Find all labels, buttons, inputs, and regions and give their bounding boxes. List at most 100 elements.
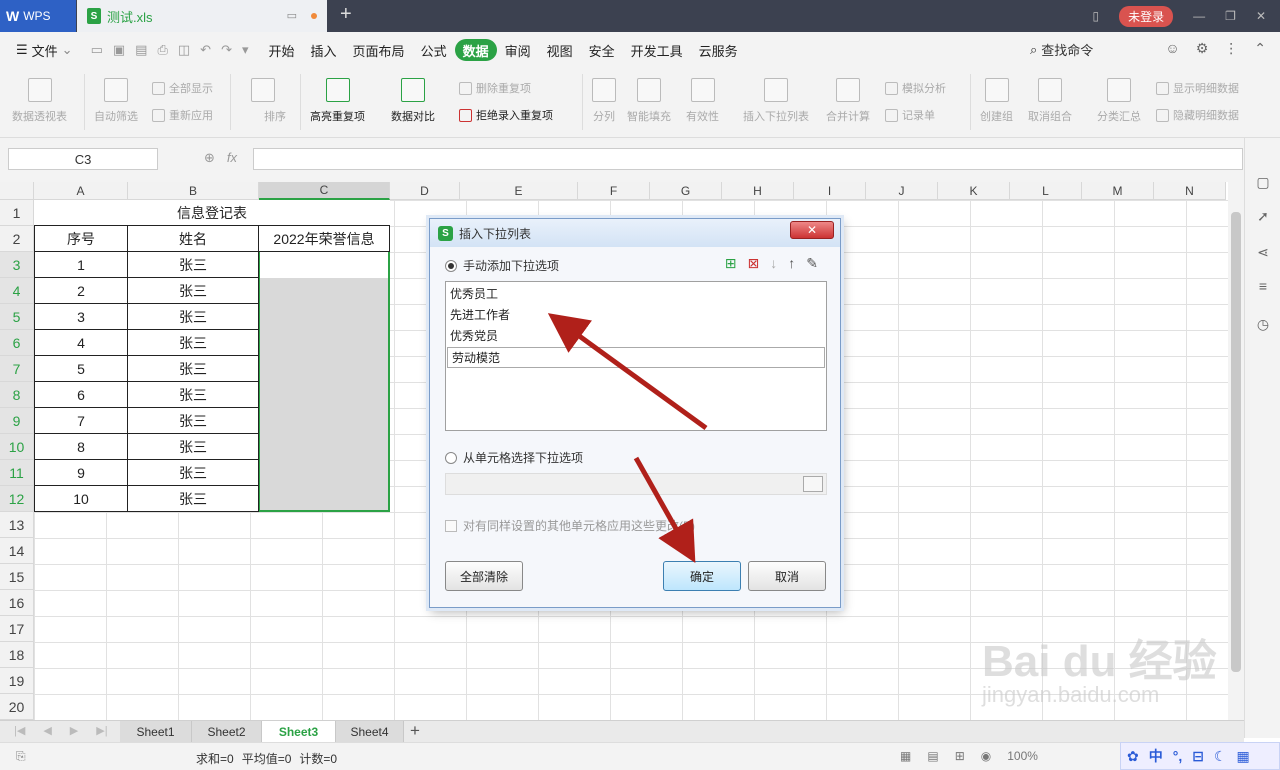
share-icon[interactable]: ⋖ — [1254, 244, 1272, 262]
column-header-I[interactable]: I — [794, 182, 866, 200]
table-cell[interactable]: 张三 — [127, 355, 259, 382]
table-cell[interactable]: 张三 — [127, 251, 259, 278]
split-column-button[interactable]: 分列 — [592, 68, 616, 124]
more-icon[interactable]: ▾ — [242, 42, 249, 58]
table-cell[interactable]: 10 — [34, 485, 128, 512]
doc-icon[interactable]: ▢ — [1254, 174, 1272, 192]
column-header-F[interactable]: F — [578, 182, 650, 200]
table-cell[interactable]: 张三 — [127, 459, 259, 486]
row-header-8[interactable]: 8 — [0, 382, 34, 408]
cursor-icon[interactable]: ➚ — [1254, 208, 1272, 226]
table-title[interactable]: 信息登记表 — [34, 200, 390, 226]
data-compare-button[interactable]: 数据对比 — [391, 68, 435, 124]
delete-item-icon[interactable]: ⊠ — [748, 255, 760, 272]
table-cell[interactable]: 6 — [34, 381, 128, 408]
table-cell[interactable]: 4 — [34, 329, 128, 356]
table-cell[interactable]: 9 — [34, 459, 128, 486]
zoom-level[interactable]: 100% — [1007, 749, 1038, 763]
row-header-5[interactable]: 5 — [0, 304, 34, 330]
column-header-H[interactable]: H — [722, 182, 794, 200]
ime-toolbar[interactable]: ✿ 中 °, ⊟ ☾ ▦ — [1120, 742, 1280, 770]
zoom-icon[interactable]: ⊕ — [204, 150, 215, 166]
eye-icon[interactable]: ◉ — [981, 749, 991, 763]
highlight-duplicates-button[interactable]: 高亮重复项 — [310, 68, 365, 124]
column-header-E[interactable]: E — [460, 182, 578, 200]
moon-icon[interactable]: ☾ — [1214, 748, 1227, 765]
print-icon[interactable]: ⎙ — [157, 42, 167, 58]
fx-icon[interactable]: fx — [227, 150, 237, 166]
table-cell[interactable]: 3 — [34, 303, 128, 330]
status-icon[interactable]: ⎘ — [16, 749, 26, 764]
ok-button[interactable]: 确定 — [663, 561, 741, 591]
menu-insert[interactable]: 插入 — [303, 39, 345, 61]
name-box[interactable]: C3 — [8, 148, 158, 170]
subtotal-button[interactable]: 分类汇总 — [1097, 68, 1141, 124]
what-if-button[interactable]: 模拟分析 — [885, 80, 946, 96]
row-header-12[interactable]: 12 — [0, 486, 34, 512]
column-header-A[interactable]: A — [34, 182, 128, 200]
undo-icon[interactable]: ↶ — [200, 42, 211, 58]
history-icon[interactable]: ◷ — [1254, 316, 1272, 334]
row-header-15[interactable]: 15 — [0, 564, 34, 590]
new-tab-button[interactable]: + — [340, 3, 352, 26]
row-header-16[interactable]: 16 — [0, 590, 34, 616]
preview-icon[interactable]: ◫ — [178, 42, 190, 58]
column-header-D[interactable]: D — [390, 182, 460, 200]
table-cell[interactable]: 张三 — [127, 277, 259, 304]
row-header-18[interactable]: 18 — [0, 642, 34, 668]
row-header-7[interactable]: 7 — [0, 356, 34, 382]
table-cell[interactable]: 1 — [34, 251, 128, 278]
window-mode-icon[interactable]: ▯ — [1093, 9, 1100, 23]
apply-all-row[interactable]: 对有同样设置的其他单元格应用这些更改(P) — [445, 517, 695, 534]
active-cell[interactable] — [260, 252, 388, 278]
table-cell[interactable]: 2 — [34, 277, 128, 304]
consolidate-button[interactable]: 合并计算 — [826, 68, 870, 124]
options-listbox[interactable]: 优秀员工 先进工作者 优秀党员 劳动模范 — [445, 281, 827, 431]
apply-all-checkbox[interactable] — [445, 519, 457, 532]
add-sheet-icon[interactable]: + — [410, 721, 420, 741]
menu-page-layout[interactable]: 页面布局 — [345, 39, 413, 61]
table-cell[interactable]: 张三 — [127, 303, 259, 330]
list-item-editing[interactable]: 劳动模范 — [447, 347, 825, 368]
table-cell[interactable]: 8 — [34, 433, 128, 460]
show-all-button[interactable]: 全部显示 — [152, 80, 213, 96]
row-header-14[interactable]: 14 — [0, 538, 34, 564]
validity-button[interactable]: 有效性 — [686, 68, 719, 124]
column-header-C[interactable]: C — [259, 182, 390, 200]
manual-option-row[interactable]: 手动添加下拉选项 — [445, 257, 559, 274]
menu-security[interactable]: 安全 — [581, 39, 623, 61]
formula-input[interactable] — [253, 148, 1243, 170]
remove-duplicates-button[interactable]: 删除重复项 — [459, 80, 531, 96]
layout-view-icon[interactable]: ⊞ — [955, 749, 965, 763]
first-sheet-icon[interactable]: |◀ — [14, 724, 25, 737]
edit-item-icon[interactable]: ✎ — [806, 255, 818, 272]
column-header-M[interactable]: M — [1082, 182, 1154, 200]
row-header-4[interactable]: 4 — [0, 278, 34, 304]
table-cell[interactable]: 7 — [34, 407, 128, 434]
manual-radio[interactable] — [445, 259, 457, 272]
row-header-10[interactable]: 10 — [0, 434, 34, 460]
collapse-icon[interactable]: ⌃ — [1254, 40, 1266, 57]
column-header-K[interactable]: K — [938, 182, 1010, 200]
sheet-tab-3[interactable]: Sheet3 — [262, 721, 336, 743]
menu-view[interactable]: 视图 — [539, 39, 581, 61]
lines-icon[interactable]: ≡ — [1254, 278, 1272, 296]
ungroup-button[interactable]: 取消组合 — [1028, 68, 1072, 124]
punct-icon[interactable]: °, — [1173, 748, 1183, 764]
menu-developer[interactable]: 开发工具 — [623, 39, 691, 61]
next-sheet-icon[interactable]: ▶ — [70, 724, 78, 737]
row-header-3[interactable]: 3 — [0, 252, 34, 278]
move-up-icon[interactable]: ↑ — [788, 255, 795, 272]
search-command[interactable]: ⌕ 查找命令 — [1030, 40, 1093, 59]
select-all-corner[interactable] — [0, 182, 34, 200]
table-cell[interactable]: 5 — [34, 355, 128, 382]
restore-icon[interactable]: ❐ — [1225, 9, 1236, 23]
table-cell[interactable]: 张三 — [127, 433, 259, 460]
dialog-title-bar[interactable]: S 插入下拉列表 ✕ — [430, 219, 840, 247]
column-header-N[interactable]: N — [1154, 182, 1226, 200]
row-header-2[interactable]: 2 — [0, 226, 34, 252]
table-cell[interactable]: 张三 — [127, 407, 259, 434]
document-tab[interactable]: S 测试.xls ▭ — [77, 0, 327, 32]
range-select-icon[interactable] — [803, 476, 823, 492]
move-down-icon[interactable]: ↓ — [770, 255, 777, 272]
